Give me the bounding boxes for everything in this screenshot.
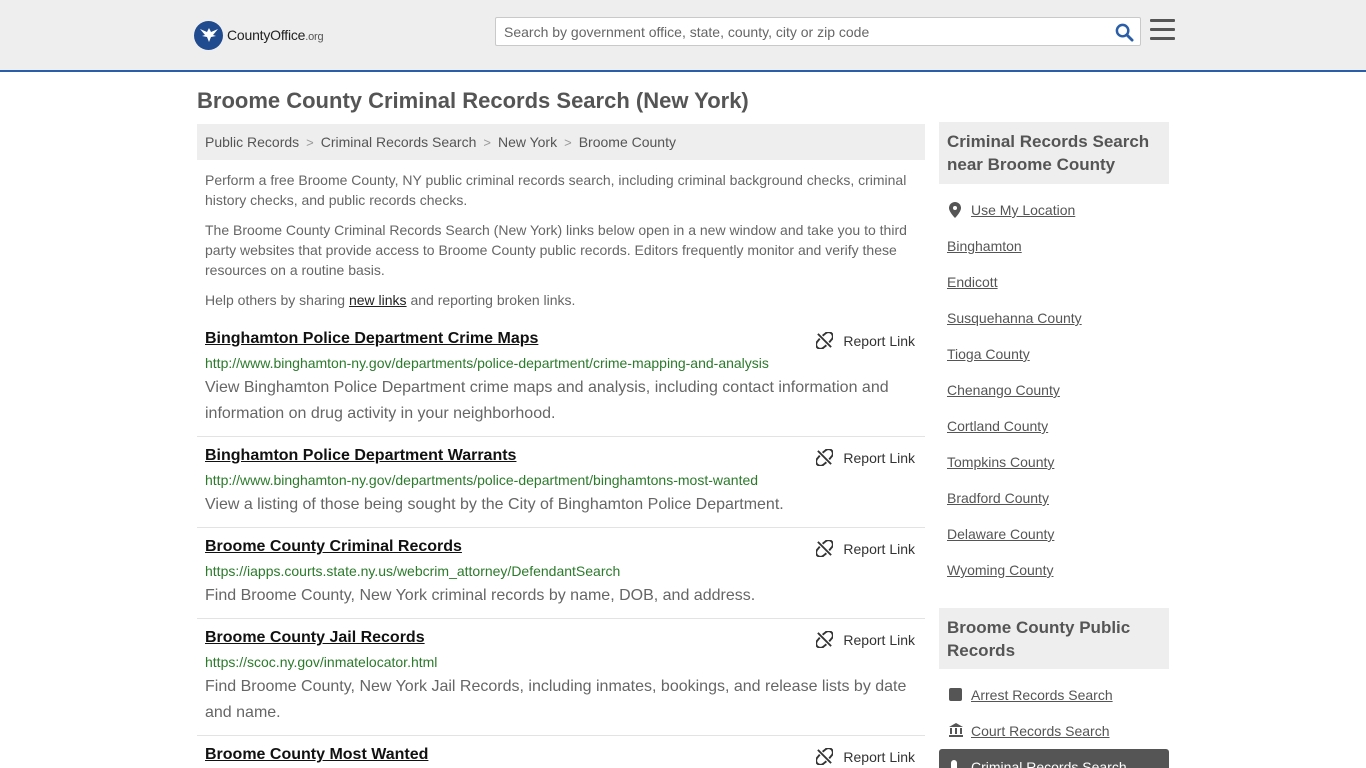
link-item: Broome County Most Wanted Report Link: [197, 746, 925, 768]
intro-paragraph-1: Perform a free Broome County, NY public …: [205, 172, 907, 208]
report-link-button[interactable]: Report Link: [816, 449, 915, 466]
search-button[interactable]: [1112, 21, 1136, 43]
link-title[interactable]: Broome County Most Wanted: [205, 746, 428, 764]
intro-paragraph-2: The Broome County Criminal Records Searc…: [205, 222, 907, 278]
link-url[interactable]: https://scoc.ny.gov/inmatelocator.html: [205, 654, 437, 670]
nearby-link[interactable]: Binghamton: [947, 238, 1022, 254]
new-links-link[interactable]: new links: [349, 292, 407, 308]
breadcrumb: Public Records > Criminal Records Search…: [197, 124, 925, 160]
link-description: Find Broome County, New York Jail Record…: [205, 678, 907, 721]
logo-text: CountyOffice.org: [227, 27, 324, 43]
link-description: Find Broome County, New York criminal re…: [205, 587, 756, 604]
link-title[interactable]: Binghamton Police Department Warrants: [205, 447, 516, 465]
report-link-button[interactable]: Report Link: [816, 332, 915, 349]
search-box: [495, 17, 1141, 46]
breadcrumb-item-criminal-records-search[interactable]: Criminal Records Search: [321, 134, 477, 150]
criminal-records-icon: [951, 760, 957, 768]
link-title[interactable]: Broome County Criminal Records: [205, 538, 462, 556]
report-link-button[interactable]: Report Link: [816, 540, 915, 557]
link-item: Binghamton Police Department Warrants Re…: [197, 447, 925, 528]
page-title: Broome County Criminal Records Search (N…: [197, 88, 749, 113]
nearby-link[interactable]: Cortland County: [947, 418, 1048, 434]
handcuffs-icon: [949, 688, 962, 701]
report-link-button[interactable]: Report Link: [816, 631, 915, 648]
search-icon: [1115, 23, 1134, 42]
nearby-link[interactable]: Wyoming County: [947, 562, 1053, 578]
link-url[interactable]: https://iapps.courts.state.ny.us/webcrim…: [205, 563, 620, 579]
nearby-link[interactable]: Tompkins County: [947, 454, 1054, 470]
nearby-link[interactable]: Delaware County: [947, 526, 1054, 542]
breadcrumb-item-public-records[interactable]: Public Records: [205, 134, 299, 150]
criminal-records-link-active[interactable]: Criminal Records Search: [939, 749, 1169, 768]
broken-link-icon: [816, 631, 834, 648]
link-description: View Binghamton Police Department crime …: [205, 379, 889, 422]
link-item: Broome County Criminal Records Report Li…: [197, 538, 925, 619]
link-description: View a listing of those being sought by …: [205, 496, 784, 513]
broken-link-icon: [816, 748, 834, 765]
hamburger-menu-icon[interactable]: [1150, 19, 1175, 43]
court-records-link[interactable]: Court Records Search: [971, 723, 1110, 739]
nearby-heading: Criminal Records Search near Broome Coun…: [939, 122, 1169, 184]
nearby-link[interactable]: Bradford County: [947, 490, 1049, 506]
breadcrumb-item-broome-county[interactable]: Broome County: [579, 134, 676, 150]
nearby-link[interactable]: Tioga County: [947, 346, 1030, 362]
site-logo[interactable]: CountyOffice.org: [194, 20, 324, 50]
location-pin-icon: [949, 202, 961, 218]
breadcrumb-item-new-york[interactable]: New York: [498, 134, 557, 150]
nearby-link[interactable]: Susquehanna County: [947, 310, 1082, 326]
nearby-link[interactable]: Endicott: [947, 274, 998, 290]
breadcrumb-separator: >: [483, 134, 491, 150]
link-item: Broome County Jail Records Report Link h…: [197, 629, 925, 736]
broken-link-icon: [816, 449, 834, 466]
nearby-link[interactable]: Chenango County: [947, 382, 1060, 398]
report-link-button[interactable]: Report Link: [816, 748, 915, 765]
link-url[interactable]: http://www.binghamton-ny.gov/departments…: [205, 355, 769, 371]
breadcrumb-separator: >: [564, 134, 572, 150]
link-title[interactable]: Broome County Jail Records: [205, 629, 425, 647]
eagle-logo-icon: [194, 20, 223, 50]
courthouse-icon: [949, 723, 963, 737]
use-my-location-link[interactable]: Use My Location: [971, 202, 1075, 218]
link-url[interactable]: http://www.binghamton-ny.gov/departments…: [205, 472, 758, 488]
search-input[interactable]: [496, 18, 1106, 45]
arrest-records-link[interactable]: Arrest Records Search: [971, 687, 1113, 703]
site-header: CountyOffice.org: [0, 0, 1366, 72]
breadcrumb-separator: >: [306, 134, 314, 150]
intro-paragraph-3: Help others by sharing new links and rep…: [205, 292, 576, 308]
broken-link-icon: [816, 332, 834, 349]
link-title[interactable]: Binghamton Police Department Crime Maps: [205, 330, 538, 348]
public-records-heading: Broome County Public Records: [939, 608, 1169, 669]
link-item: Binghamton Police Department Crime Maps …: [197, 330, 925, 437]
broken-link-icon: [816, 540, 834, 557]
